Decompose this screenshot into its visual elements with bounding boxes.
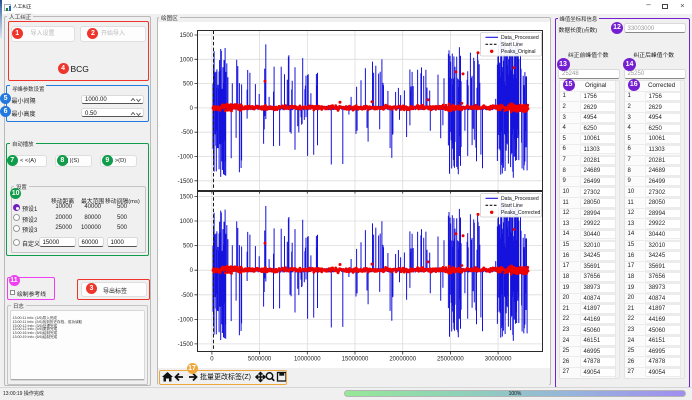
svg-text:10000000: 10000000 <box>294 357 321 363</box>
svg-text:20000000: 20000000 <box>389 357 416 363</box>
svg-text:-1000: -1000 <box>178 155 194 161</box>
svg-text:15000000: 15000000 <box>342 357 369 363</box>
svg-text:Data_Processed: Data_Processed <box>501 35 539 41</box>
svg-text:500: 500 <box>183 82 194 88</box>
svg-text:30000000: 30000000 <box>485 357 512 363</box>
svg-text:Start Line: Start Line <box>501 203 523 209</box>
svg-text:-500: -500 <box>181 130 194 136</box>
svg-text:1500: 1500 <box>180 33 194 39</box>
svg-text:Data_Processed: Data_Processed <box>501 196 539 202</box>
svg-text:-500: -500 <box>181 293 194 299</box>
svg-text:1000: 1000 <box>180 57 194 63</box>
svg-text:1500: 1500 <box>180 195 194 201</box>
svg-text:-1500: -1500 <box>178 179 194 185</box>
svg-text:1000: 1000 <box>180 219 194 225</box>
svg-text:25000000: 25000000 <box>437 357 464 363</box>
svg-text:500: 500 <box>183 244 194 250</box>
svg-text:-1000: -1000 <box>178 317 194 323</box>
svg-text:Start Line: Start Line <box>501 42 523 48</box>
svg-text:Peaks_Corrected: Peaks_Corrected <box>501 210 541 216</box>
svg-text:Peaks_Original: Peaks_Original <box>501 49 536 55</box>
svg-text:-1500: -1500 <box>178 342 194 348</box>
svg-text:5000000: 5000000 <box>248 357 272 363</box>
